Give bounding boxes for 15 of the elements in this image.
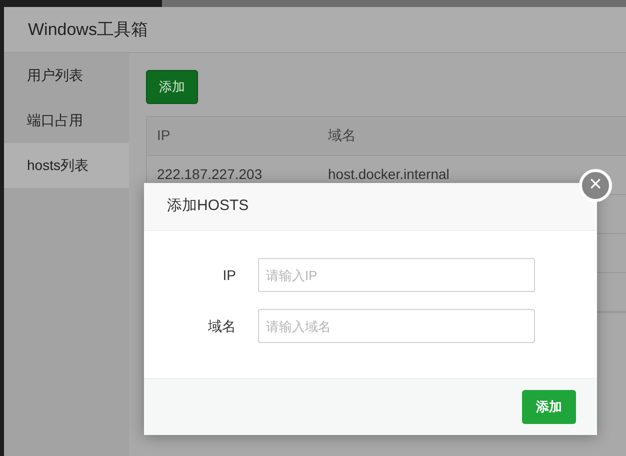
- sidebar-item[interactable]: hosts列表: [4, 143, 129, 188]
- field-label: IP: [222, 266, 237, 284]
- window-title: Windows工具箱: [28, 18, 148, 41]
- column-header: IP: [157, 127, 170, 143]
- add-button[interactable]: 添加: [146, 70, 198, 104]
- sidebar-item[interactable]: 用户列表: [4, 53, 129, 98]
- table-cell: host.docker.internal: [328, 166, 450, 182]
- table-cell: 222.187.227.203: [157, 166, 262, 182]
- field-label: 域名: [207, 316, 237, 336]
- sidebar-item[interactable]: 端口占用: [4, 98, 129, 143]
- add-button[interactable]: 添加: [522, 390, 576, 424]
- dialog-title: 添加HOSTS: [167, 196, 249, 216]
- input-field[interactable]: 请输入域名: [258, 309, 535, 343]
- input-field[interactable]: 请输入IP: [258, 258, 535, 292]
- column-header: 域名: [328, 127, 356, 143]
